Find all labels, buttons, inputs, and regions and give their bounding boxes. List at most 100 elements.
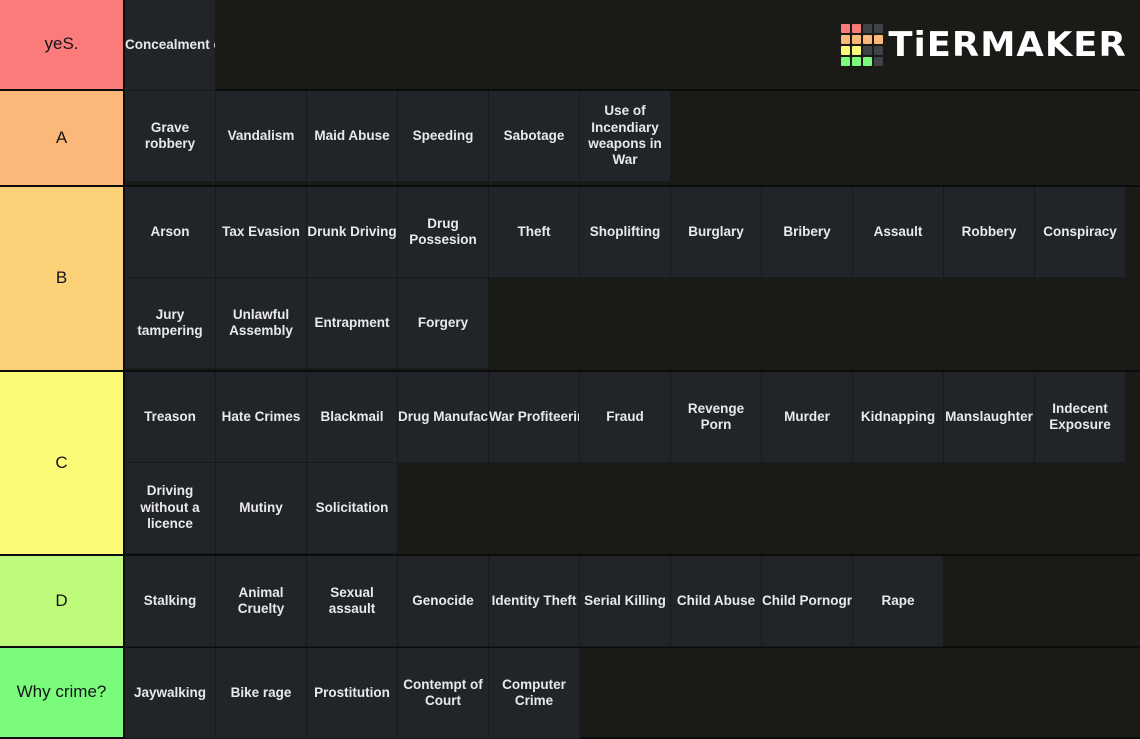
tier-item-label: Grave robbery bbox=[144, 119, 196, 151]
tier-item[interactable]: Sexual assault bbox=[307, 556, 398, 647]
tier-item-label: War Profiteering bbox=[489, 408, 579, 424]
tier-item[interactable]: Vandalism bbox=[216, 91, 307, 182]
tier-label[interactable]: B bbox=[0, 187, 125, 370]
tier-item-label: Drug Possesion bbox=[409, 215, 477, 247]
tier-item-label: Theft bbox=[517, 223, 551, 239]
tier-item[interactable]: Sabotage bbox=[489, 91, 580, 182]
tier-items-container[interactable]: Grave robbery Vandalism Maid Abuse Speeding… bbox=[125, 91, 1140, 185]
tier-item-label: Maid Abuse bbox=[314, 127, 390, 143]
tier-item[interactable]: Maid Abuse bbox=[307, 91, 398, 182]
tier-label[interactable]: Why crime? bbox=[0, 648, 125, 737]
tier-item-label: Jury tampering bbox=[137, 306, 203, 338]
grid-square bbox=[840, 56, 850, 66]
tier-item[interactable]: Genocide bbox=[398, 556, 489, 647]
tier-item[interactable]: Contempt of Court bbox=[398, 648, 489, 739]
tier-item[interactable]: Serial Killing bbox=[580, 556, 671, 647]
tier-row: Why crime? Jaywalking Bike rage Prostitutio… bbox=[0, 648, 1140, 739]
tier-item-label: Stalking bbox=[143, 592, 197, 608]
tier-item[interactable]: Speeding bbox=[398, 91, 489, 182]
tier-item-label: Prostitution bbox=[314, 684, 390, 700]
tier-item-label: Drug Manufacturing bbox=[398, 408, 488, 424]
tier-item-label: Shoplifting bbox=[589, 223, 661, 239]
tier-item[interactable]: Child Pornography bbox=[762, 556, 853, 647]
tier-item[interactable]: Assault bbox=[853, 187, 944, 278]
tier-item-label: Concealment of birth bbox=[125, 36, 215, 52]
tier-item[interactable]: Tax Evasion bbox=[216, 187, 307, 278]
tier-item-label: Arson bbox=[150, 223, 190, 239]
tier-row: D Stalking Animal Cruelty Sexual assault Gen… bbox=[0, 556, 1140, 648]
tier-item[interactable]: Prostitution bbox=[307, 648, 398, 739]
tier-items-container[interactable]: Concealment of birth TiERMAKER bbox=[125, 0, 1140, 91]
tier-item-label: Sabotage bbox=[503, 127, 565, 143]
tier-item-label: Forgery bbox=[417, 314, 469, 330]
grid-square bbox=[862, 45, 872, 55]
tier-item-label: Murder bbox=[784, 408, 830, 424]
tier-item-label: Robbery bbox=[961, 223, 1017, 239]
tier-item-label: Drunk Driving bbox=[307, 223, 397, 239]
tier-item[interactable]: Bribery bbox=[762, 187, 853, 278]
grid-square bbox=[873, 34, 883, 44]
tier-item[interactable]: Concealment of birth bbox=[125, 0, 216, 91]
tier-items-container[interactable]: Treason Hate Crimes Blackmail Drug Manufact… bbox=[125, 372, 1140, 554]
tier-item[interactable]: Stalking bbox=[125, 556, 216, 647]
tier-row: C Treason Hate Crimes Blackmail Drug Manufac… bbox=[0, 372, 1140, 556]
tier-item[interactable]: Drug Possesion bbox=[398, 187, 489, 278]
tier-item-label: Tax Evasion bbox=[222, 223, 300, 239]
tier-item[interactable]: Drunk Driving bbox=[307, 187, 398, 278]
tier-item-label: Driving without a licence bbox=[140, 483, 200, 532]
tier-item[interactable]: Animal Cruelty bbox=[216, 556, 307, 647]
tier-label[interactable]: yeS. bbox=[0, 0, 125, 89]
tier-item[interactable]: Blackmail bbox=[307, 372, 398, 463]
tier-item[interactable]: Driving without a licence bbox=[125, 463, 216, 554]
tier-item[interactable]: Use of Incendiary weapons in War bbox=[580, 91, 671, 182]
tier-item[interactable]: Conspiracy bbox=[1035, 187, 1126, 278]
tier-item[interactable]: Burglary bbox=[671, 187, 762, 278]
tier-item[interactable]: Treason bbox=[125, 372, 216, 463]
tier-item-label: Unlawful Assembly bbox=[229, 306, 293, 338]
tier-item-label: Use of Incendiary weapons in War bbox=[588, 103, 662, 168]
tier-item[interactable]: Jury tampering bbox=[125, 278, 216, 369]
grid-square bbox=[840, 23, 850, 33]
tier-item[interactable]: Kidnapping bbox=[853, 372, 944, 463]
tier-item[interactable]: Theft bbox=[489, 187, 580, 278]
tier-label[interactable]: D bbox=[0, 556, 125, 646]
tier-item-label: Solicitation bbox=[315, 499, 389, 515]
tier-item[interactable]: Murder bbox=[762, 372, 853, 463]
tier-item[interactable]: Computer Crime bbox=[489, 648, 580, 739]
tier-item[interactable]: War Profiteering bbox=[489, 372, 580, 463]
tier-items-container[interactable]: Jaywalking Bike rage Prostitution Contempt … bbox=[125, 648, 1140, 739]
grid-square bbox=[851, 45, 861, 55]
grid-square bbox=[873, 23, 883, 33]
tier-item[interactable]: Mutiny bbox=[216, 463, 307, 554]
tier-item[interactable]: Identity Theft bbox=[489, 556, 580, 647]
tier-item[interactable]: Indecent Exposure bbox=[1035, 372, 1126, 463]
tier-item[interactable]: Grave robbery bbox=[125, 91, 216, 182]
tier-item[interactable]: Shoplifting bbox=[580, 187, 671, 278]
tier-label[interactable]: A bbox=[0, 91, 125, 185]
tier-item[interactable]: Hate Crimes bbox=[216, 372, 307, 463]
tier-items-container[interactable]: Arson Tax Evasion Drunk Driving Drug Posses… bbox=[125, 187, 1140, 370]
tier-item[interactable]: Fraud bbox=[580, 372, 671, 463]
tier-label[interactable]: C bbox=[0, 372, 125, 554]
tier-item[interactable]: Manslaughter bbox=[944, 372, 1035, 463]
tier-item[interactable]: Robbery bbox=[944, 187, 1035, 278]
tier-item[interactable]: Bike rage bbox=[216, 648, 307, 739]
tier-item[interactable]: Entrapment bbox=[307, 278, 398, 369]
tier-item[interactable]: Unlawful Assembly bbox=[216, 278, 307, 369]
tier-item[interactable]: Revenge Porn bbox=[671, 372, 762, 463]
tier-item[interactable]: Arson bbox=[125, 187, 216, 278]
tier-item[interactable]: Solicitation bbox=[307, 463, 398, 554]
tier-row: yeS.Concealment of birth TiERMAKER bbox=[0, 0, 1140, 91]
tiermaker-logo: TiERMAKER bbox=[840, 23, 1126, 66]
grid-square bbox=[840, 45, 850, 55]
tier-item[interactable]: Rape bbox=[853, 556, 944, 647]
tier-items-container[interactable]: Stalking Animal Cruelty Sexual assault Geno… bbox=[125, 556, 1140, 647]
tier-item-label: Computer Crime bbox=[502, 676, 566, 708]
tier-item-label: Animal Cruelty bbox=[237, 584, 285, 616]
tier-item[interactable]: Child Abuse bbox=[671, 556, 762, 647]
tier-item[interactable]: Forgery bbox=[398, 278, 489, 369]
tier-item-label: Jaywalking bbox=[133, 684, 207, 700]
grid-square bbox=[851, 56, 861, 66]
tier-item[interactable]: Drug Manufacturing bbox=[398, 372, 489, 463]
tier-item[interactable]: Jaywalking bbox=[125, 648, 216, 739]
